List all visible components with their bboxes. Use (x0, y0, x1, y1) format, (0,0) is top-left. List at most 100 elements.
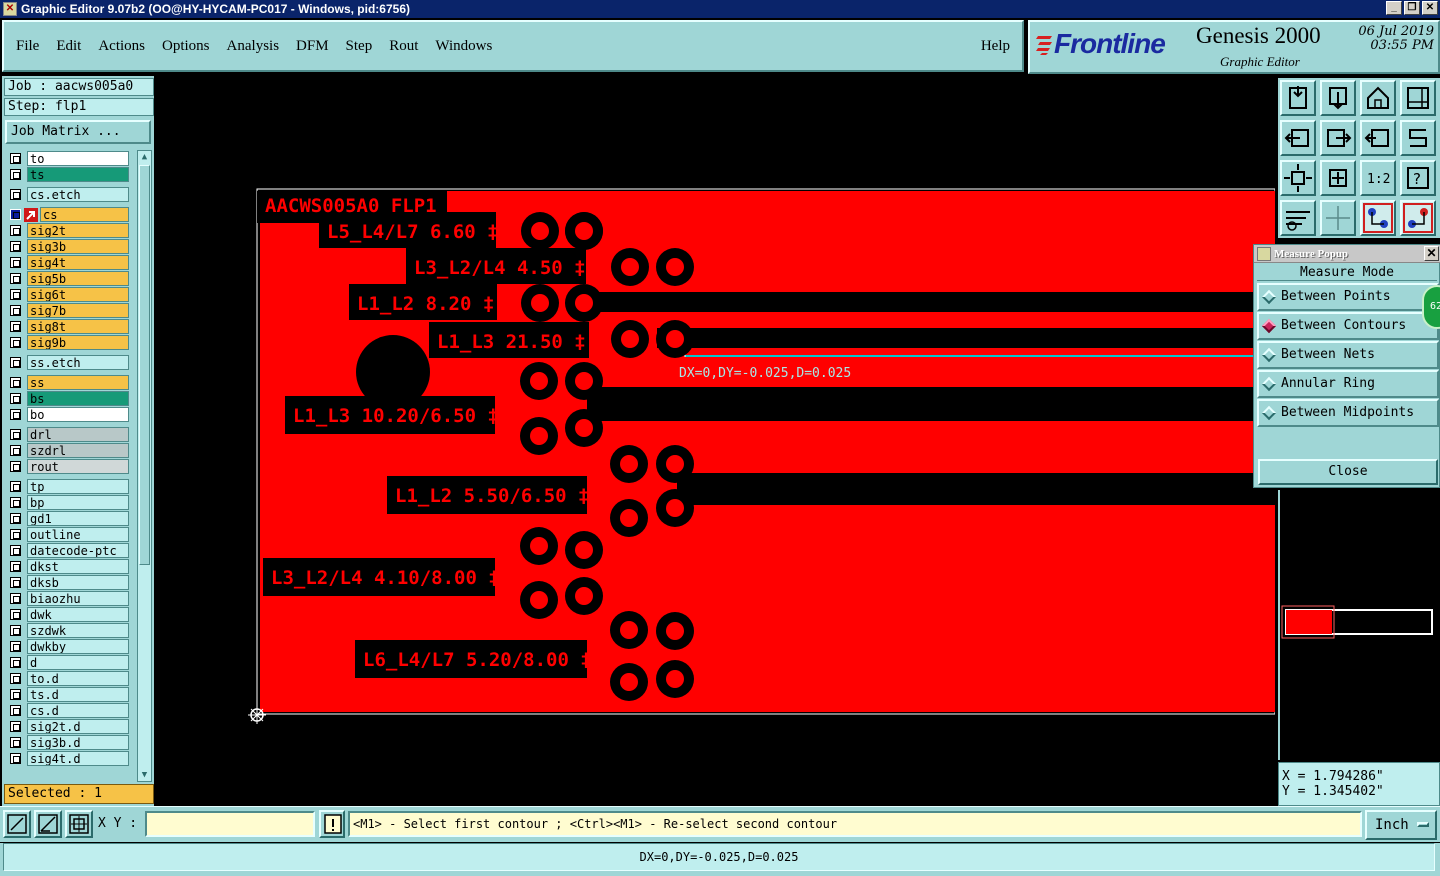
layer-checkbox[interactable] (10, 288, 21, 300)
option-between-contours[interactable]: Between Contours (1257, 312, 1439, 340)
popup-close-icon[interactable]: ✕ (1424, 246, 1439, 261)
layer-view-icon[interactable] (1360, 200, 1396, 236)
layer-checkbox[interactable] (10, 528, 21, 540)
layer-row[interactable]: dkst (5, 558, 129, 574)
layer-checkbox[interactable] (10, 444, 21, 456)
window-view-icon[interactable] (1400, 80, 1436, 116)
layer-name[interactable]: tp (27, 478, 129, 494)
angle-snap-icon[interactable] (34, 810, 62, 838)
layer-name[interactable]: szdrl (27, 442, 129, 458)
layer-name[interactable]: bs (27, 390, 129, 406)
pan-down-icon[interactable] (1320, 80, 1356, 116)
layer-row[interactable]: sig3b (5, 238, 129, 254)
scroll-thumb[interactable] (139, 165, 150, 565)
home-view-icon[interactable] (1360, 80, 1396, 116)
layer-name[interactable]: ts.d (27, 686, 129, 702)
zoom-in-icon[interactable] (1320, 160, 1356, 196)
layer-checkbox[interactable] (10, 408, 21, 420)
layer-name[interactable]: dkst (27, 558, 129, 574)
menu-step[interactable]: Step (346, 38, 373, 55)
menu-actions[interactable]: Actions (98, 38, 145, 55)
layer-name[interactable]: to (27, 150, 129, 166)
layer-row[interactable]: drl (5, 426, 129, 442)
layer-checkbox[interactable] (10, 208, 21, 220)
layer-name[interactable]: gd1 (27, 510, 129, 526)
layer-name[interactable]: sig3b.d (27, 734, 129, 750)
layer-checkbox[interactable] (10, 272, 21, 284)
menu-file[interactable]: File (16, 38, 39, 55)
layer-name[interactable]: ss (27, 374, 129, 390)
layer-row[interactable]: to.d (5, 670, 129, 686)
pan-left-icon[interactable] (1280, 120, 1316, 156)
layer-row[interactable]: sig5b (5, 270, 129, 286)
menu-dfm[interactable]: DFM (296, 38, 329, 55)
layer-row[interactable]: bp (5, 494, 129, 510)
pan-right-icon[interactable] (1320, 120, 1356, 156)
layer-checkbox[interactable] (10, 496, 21, 508)
layer-name[interactable]: biaozhu (27, 590, 129, 606)
layer-name[interactable]: szdwk (27, 622, 129, 638)
layer-name[interactable]: sig9b (27, 334, 129, 350)
xy-input[interactable] (145, 811, 315, 837)
layer-name[interactable]: dksb (27, 574, 129, 590)
layer-checkbox[interactable] (10, 672, 21, 684)
layer-checkbox[interactable] (10, 480, 21, 492)
layer-name[interactable]: sig4t (27, 254, 129, 270)
layer-name[interactable]: drl (27, 426, 129, 442)
snap-icon[interactable] (3, 810, 31, 838)
menu-edit[interactable]: Edit (56, 38, 81, 55)
zoom-one-to-two-icon[interactable]: 1:2 (1360, 160, 1396, 196)
maximize-button[interactable]: ❐ (1404, 1, 1420, 15)
layer-row[interactable]: cs.etch (5, 186, 129, 202)
layer-row[interactable]: sig4t (5, 254, 129, 270)
layer-checkbox[interactable] (10, 320, 21, 332)
layer-name[interactable]: sig3b (27, 238, 129, 254)
layer-checkbox[interactable] (10, 240, 21, 252)
layer-row[interactable]: ss.etch (5, 354, 129, 370)
scroll-up-icon[interactable]: ▲ (139, 151, 150, 163)
layer-checkbox[interactable] (10, 188, 21, 200)
layer-name[interactable]: bp (27, 494, 129, 510)
redraw-icon[interactable] (1400, 120, 1436, 156)
layer-checkbox[interactable] (10, 256, 21, 268)
layer-row[interactable]: dksb (5, 574, 129, 590)
layer-checkbox[interactable] (10, 376, 21, 388)
layer-row[interactable]: rout (5, 458, 129, 474)
layer-row[interactable]: biaozhu (5, 590, 129, 606)
layer-name[interactable]: sig8t (27, 318, 129, 334)
layer-checkbox[interactable] (10, 656, 21, 668)
pcb-drawing[interactable]: DX=0,DY=-0.025,D=0.025 AACWS005A0 FLP1 L5_… (157, 76, 1275, 806)
measure-popup-titlebar[interactable]: Measure Popup ✕ (1254, 245, 1440, 263)
zoom-step-icon[interactable] (1360, 120, 1396, 156)
layer-row[interactable]: sig3b.d (5, 734, 129, 750)
layer-row[interactable]: dwkby (5, 638, 129, 654)
minimize-button[interactable]: _ (1386, 1, 1402, 15)
grid-icon[interactable] (1320, 200, 1356, 236)
layer-checkbox[interactable] (10, 356, 21, 368)
option-annular-ring[interactable]: Annular Ring (1257, 370, 1439, 398)
layer-name[interactable]: datecode-ptc (27, 542, 129, 558)
net-view-icon[interactable] (1400, 200, 1436, 236)
overview-drawing[interactable] (1280, 490, 1440, 760)
layer-checkbox[interactable] (10, 152, 21, 164)
layer-row[interactable]: sig6t (5, 286, 129, 302)
layer-name[interactable]: ts (27, 166, 129, 182)
layer-row[interactable]: to (5, 150, 129, 166)
layer-name[interactable]: d (27, 654, 129, 670)
layer-checkbox[interactable] (10, 688, 21, 700)
layer-row[interactable]: sig4t.d (5, 750, 129, 766)
overview-map[interactable] (1278, 490, 1440, 760)
layer-scrollbar[interactable]: ▲ ▼ (137, 150, 152, 782)
menu-analysis[interactable]: Analysis (227, 38, 280, 55)
layer-row[interactable]: ss (5, 374, 129, 390)
layer-row[interactable]: sig7b (5, 302, 129, 318)
layer-row[interactable]: d (5, 654, 129, 670)
menu-help[interactable]: Help (981, 38, 1010, 55)
layer-name[interactable]: cs.etch (27, 186, 129, 202)
floating-badge[interactable]: 62 (1422, 285, 1440, 329)
zoom-home-icon[interactable] (1280, 80, 1316, 116)
measure-close-button[interactable]: Close (1258, 459, 1438, 485)
layer-row[interactable]: sig8t (5, 318, 129, 334)
layer-checkbox[interactable] (10, 168, 21, 180)
layer-checkbox[interactable] (10, 752, 21, 764)
